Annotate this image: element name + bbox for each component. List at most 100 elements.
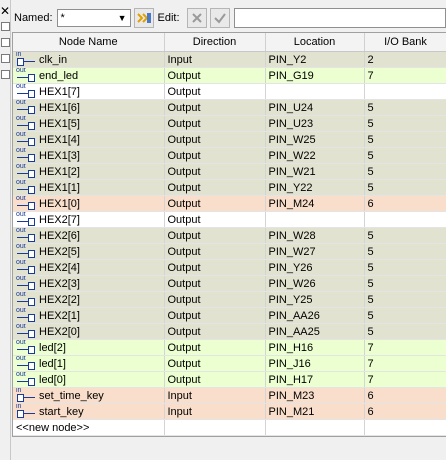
node-name-cell[interactable]: in start_key [13,403,165,420]
io-bank-cell[interactable]: 5 [364,275,446,292]
direction-cell[interactable]: Output [164,83,266,100]
io-bank-cell[interactable]: 5 [364,227,446,244]
location-cell[interactable] [265,211,365,228]
io-bank-cell[interactable]: 5 [364,323,446,340]
location-cell[interactable]: PIN_W22 [265,147,365,164]
direction-cell[interactable]: Input [164,51,266,68]
table-row[interactable]: out HEX2[0] Output PIN_AA25 5 [13,323,446,340]
accept-edit-button[interactable] [209,8,230,28]
column-header-direction[interactable]: Direction [164,33,266,52]
direction-cell[interactable]: Output [164,291,266,308]
node-name-cell[interactable]: out HEX2[6] [13,227,165,244]
new-node-cell[interactable]: <<new node>> [13,419,165,436]
table-row[interactable]: out HEX1[4] Output PIN_W25 5 [13,131,446,148]
io-bank-cell[interactable]: 6 [364,403,446,420]
io-bank-cell[interactable]: 7 [364,339,446,356]
direction-cell[interactable]: Output [164,227,266,244]
column-header-location[interactable]: Location [265,33,365,52]
direction-cell[interactable]: Output [164,115,266,132]
location-cell[interactable]: PIN_Y26 [265,259,365,276]
table-row[interactable]: in start_key Input PIN_M21 6 [13,403,446,420]
table-row[interactable]: out HEX2[7] Output [13,211,446,228]
table-row[interactable]: out HEX1[7] Output [13,83,446,100]
location-cell[interactable]: PIN_M24 [265,195,365,212]
location-cell[interactable]: PIN_H16 [265,339,365,356]
node-name-cell[interactable]: out led[1] [13,355,165,372]
node-name-cell[interactable]: in set_time_key [13,387,165,404]
new-node-row[interactable]: <<new node>> [13,419,446,436]
direction-cell[interactable]: Output [164,243,266,260]
table-row[interactable]: out HEX2[4] Output PIN_Y26 5 [13,259,446,276]
node-name-cell[interactable]: in clk_in [13,51,165,68]
direction-cell[interactable]: Output [164,355,266,372]
io-bank-cell[interactable]: 5 [364,99,446,116]
table-row[interactable]: out HEX1[6] Output PIN_U24 5 [13,99,446,116]
table-row[interactable]: out HEX2[1] Output PIN_AA26 5 [13,307,446,324]
direction-cell[interactable]: Input [164,403,266,420]
location-cell[interactable] [265,83,365,100]
direction-cell[interactable]: Output [164,307,266,324]
location-cell[interactable]: PIN_Y2 [265,51,365,68]
pin-view-icon[interactable] [1,70,10,79]
node-name-cell[interactable]: out led[2] [13,339,165,356]
node-name-cell[interactable]: out HEX2[7] [13,211,165,228]
node-name-cell[interactable]: out HEX1[2] [13,163,165,180]
table-row[interactable]: out led[2] Output PIN_H16 7 [13,339,446,356]
node-name-cell[interactable]: out HEX1[5] [13,115,165,132]
location-cell[interactable]: PIN_U24 [265,99,365,116]
edit-field[interactable] [233,8,446,28]
io-bank-cell[interactable]: 5 [364,307,446,324]
direction-cell[interactable]: Input [164,387,266,404]
table-row[interactable]: out led[0] Output PIN_H17 7 [13,371,446,388]
node-name-cell[interactable]: out HEX1[6] [13,99,165,116]
table-row[interactable]: out HEX2[5] Output PIN_W27 5 [13,243,446,260]
table-row[interactable]: in set_time_key Input PIN_M23 6 [13,387,446,404]
location-cell[interactable]: PIN_Y22 [265,179,365,196]
io-bank-cell[interactable]: 5 [364,163,446,180]
table-row[interactable]: in clk_in Input PIN_Y2 2 [13,51,446,68]
location-cell[interactable]: PIN_U23 [265,115,365,132]
io-bank-cell[interactable]: 5 [364,147,446,164]
direction-cell[interactable]: Output [164,275,266,292]
io-bank-cell[interactable]: 2 [364,51,446,68]
table-row[interactable]: out HEX2[2] Output PIN_Y25 5 [13,291,446,308]
direction-cell[interactable]: Output [164,371,266,388]
location-cell[interactable]: PIN_W28 [265,227,365,244]
node-name-cell[interactable]: out HEX2[0] [13,323,165,340]
table-row[interactable]: out HEX1[0] Output PIN_M24 6 [13,195,446,212]
direction-cell[interactable]: Output [164,99,266,116]
location-cell[interactable]: PIN_W21 [265,163,365,180]
io-bank-cell[interactable]: 7 [364,355,446,372]
io-bank-cell[interactable]: 5 [364,291,446,308]
location-cell[interactable]: PIN_AA26 [265,307,365,324]
node-name-cell[interactable]: out HEX2[4] [13,259,165,276]
table-row[interactable]: out HEX1[5] Output PIN_U23 5 [13,115,446,132]
node-name-cell[interactable]: out HEX1[7] [13,83,165,100]
location-cell[interactable]: PIN_Y25 [265,291,365,308]
node-name-cell[interactable]: out led[0] [13,371,165,388]
direction-cell[interactable]: Output [164,323,266,340]
direction-cell[interactable]: Output [164,147,266,164]
node-name-cell[interactable]: out HEX1[3] [13,147,165,164]
location-cell[interactable]: PIN_H17 [265,371,365,388]
table-row[interactable]: out end_led Output PIN_G19 7 [13,67,446,84]
io-bank-cell[interactable] [364,211,446,228]
cancel-edit-button[interactable] [186,8,207,28]
io-bank-cell[interactable]: 5 [364,115,446,132]
direction-cell[interactable]: Output [164,163,266,180]
direction-cell[interactable]: Output [164,259,266,276]
node-name-cell[interactable]: out HEX2[1] [13,307,165,324]
location-cell[interactable]: PIN_W25 [265,131,365,148]
node-name-cell[interactable]: out HEX2[3] [13,275,165,292]
table-row[interactable]: out HEX2[6] Output PIN_W28 5 [13,227,446,244]
table-row[interactable]: out HEX2[3] Output PIN_W26 5 [13,275,446,292]
node-name-cell[interactable]: out end_led [13,67,165,84]
close-icon[interactable]: ✕ [0,4,10,18]
direction-cell[interactable]: Output [164,195,266,212]
location-cell[interactable]: PIN_W26 [265,275,365,292]
location-cell[interactable]: PIN_G19 [265,67,365,84]
io-bank-cell[interactable]: 7 [364,371,446,388]
table-row[interactable]: out HEX1[3] Output PIN_W22 5 [13,147,446,164]
direction-cell[interactable]: Output [164,211,266,228]
io-bank-cell[interactable] [364,83,446,100]
